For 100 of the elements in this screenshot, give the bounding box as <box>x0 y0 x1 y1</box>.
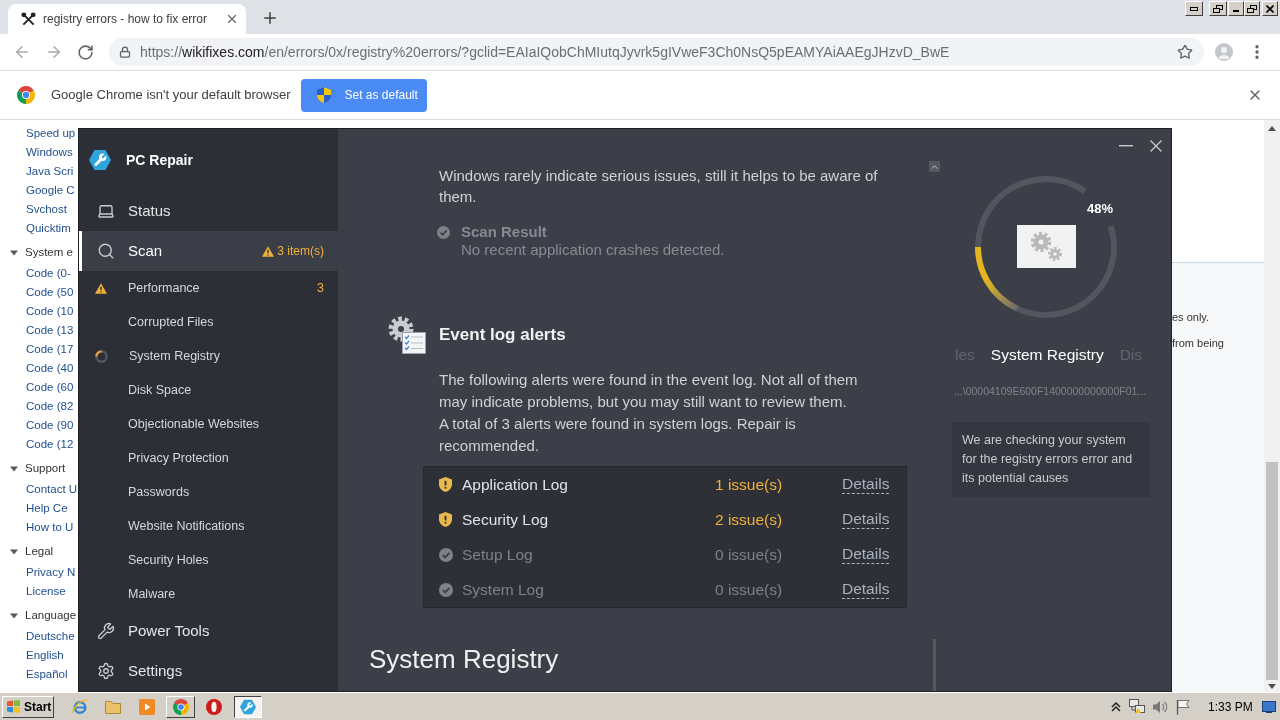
minimize-button[interactable] <box>1228 1 1244 16</box>
details-link[interactable]: Details <box>842 545 890 564</box>
browser-logo-icon <box>172 698 189 715</box>
tree-group-label[interactable]: Language <box>25 607 77 625</box>
scan-category[interactable]: Corrupted Files <box>79 305 338 339</box>
details-link[interactable]: Details <box>842 475 890 494</box>
tree-group-label[interactable]: Support <box>25 460 66 478</box>
new-tab-icon[interactable] <box>261 9 279 27</box>
settings-icon <box>97 662 115 680</box>
details-link[interactable]: Details <box>842 510 890 529</box>
scan-category[interactable]: Objectionable Websites <box>79 407 338 441</box>
show-desktop-icon[interactable] <box>1262 700 1276 713</box>
gears-tile-icon <box>1017 225 1076 268</box>
caret-down-icon <box>1268 683 1276 689</box>
o-logo-icon[interactable] <box>206 698 222 715</box>
laptop-icon <box>97 202 115 220</box>
tree-link[interactable]: Contact U <box>26 480 78 499</box>
tree-link[interactable]: Java Scri <box>26 162 74 181</box>
app-task-button[interactable] <box>234 695 262 718</box>
caret-down-icon[interactable] <box>10 249 18 257</box>
check-circle-icon <box>439 582 453 597</box>
scroll-up-button[interactable] <box>928 161 940 172</box>
tree-link[interactable]: Code (82 <box>26 397 74 416</box>
tree-link[interactable]: Google C <box>26 181 75 200</box>
chevron-up-icon <box>930 164 938 169</box>
restore-button[interactable] <box>1209 1 1227 16</box>
bookmark-star-icon[interactable] <box>1177 44 1193 60</box>
paragraph: The following alerts were found in the event log. Not all of them may indicate problems, but you may still want to review them. <box>439 370 859 412</box>
restore-icon <box>1247 4 1257 13</box>
caret-down-icon[interactable] <box>10 548 18 556</box>
tree-link[interactable]: How to U <box>26 518 74 537</box>
lock-icon[interactable] <box>119 46 131 58</box>
network-icon[interactable] <box>1129 698 1145 715</box>
tree-link[interactable]: Code (17 <box>26 340 74 359</box>
check-circle-icon <box>437 226 450 239</box>
hexagon-wrench-logo-icon <box>89 149 111 171</box>
scan-category[interactable]: System Registry <box>79 339 338 373</box>
tree-link[interactable]: Svchost <box>26 200 67 219</box>
tree-link[interactable]: Windows <box>26 143 73 162</box>
tree-link[interactable]: Code (10 <box>26 302 74 321</box>
start-button[interactable]: Start <box>2 695 54 718</box>
nav-item[interactable]: Scan 3 item(s) <box>79 231 338 271</box>
gear-checklist-icon <box>388 316 426 354</box>
tree-link[interactable]: Deutsche <box>26 627 75 646</box>
close-icon <box>1266 4 1274 13</box>
chevron-up-icon[interactable] <box>1111 701 1121 712</box>
scan-category[interactable]: Website Notifications <box>79 509 338 543</box>
scan-category[interactable]: Disk Space <box>79 373 338 407</box>
reload-icon[interactable] <box>77 43 94 61</box>
tree-group-label[interactable]: Legal <box>25 543 54 561</box>
scan-category[interactable]: Privacy Protection <box>79 441 338 475</box>
caret-down-icon[interactable] <box>10 612 18 620</box>
tree-group-label[interactable]: System e <box>25 244 73 262</box>
tree-link[interactable]: License <box>26 582 66 601</box>
nav-item[interactable]: Power Tools <box>79 611 338 651</box>
minimize-button[interactable] <box>1185 1 1203 16</box>
close-icon[interactable] <box>1247 87 1263 103</box>
tree-link[interactable]: Help Ce <box>26 499 68 518</box>
tree-link[interactable]: Code (13 <box>26 321 74 340</box>
speaker-icon[interactable] <box>1152 698 1168 715</box>
log-name: Setup Log <box>462 544 534 565</box>
address-field[interactable]: https://wikifixes.com/en/errors/0x/registry%20errors/?gclid=EAIaIQobChMIutqJyvrk5gIVweF3Ch0NsQ5pEAMYAiAAEgJHzvD_BwE <box>109 38 1204 66</box>
caret-up-icon <box>1268 125 1276 131</box>
tree-link[interactable]: Privacy N <box>26 563 76 582</box>
issue-count: 3 <box>317 279 324 297</box>
scan-category[interactable]: Passwords <box>79 475 338 509</box>
tree-link[interactable]: Code (0- <box>26 264 71 283</box>
scan-result-title: Scan Result <box>461 223 548 241</box>
browser-task-button[interactable] <box>166 695 195 718</box>
close-icon[interactable] <box>225 12 239 26</box>
restore-button[interactable] <box>1244 1 1260 16</box>
tree-link[interactable]: Speed up <box>26 124 76 143</box>
scan-step-label: System Registry <box>990 345 1104 366</box>
clock[interactable]: 1:33 PM <box>1208 697 1252 716</box>
tree-link[interactable]: Code (60 <box>26 378 74 397</box>
tree-link[interactable]: Code (90 <box>26 416 74 435</box>
details-link[interactable]: Details <box>842 580 890 599</box>
close-button[interactable] <box>1262 1 1278 16</box>
tree-link[interactable]: Code (50 <box>26 283 74 302</box>
flag-icon[interactable] <box>1175 698 1191 715</box>
tree-link[interactable]: Code (40 <box>26 359 74 378</box>
section-title: Event log alerts <box>439 324 566 347</box>
page-text: es only. <box>1172 310 1210 325</box>
tree-link[interactable]: English <box>26 646 64 665</box>
nav-item[interactable]: Status <box>79 191 338 231</box>
wrench-icon <box>97 622 115 640</box>
nav-item[interactable]: Settings <box>79 651 338 691</box>
restore-icon <box>1213 4 1223 13</box>
scan-category[interactable]: Malware <box>79 577 338 611</box>
browser-tab[interactable]: registry errors - how to fix error <box>8 4 246 34</box>
caret-down-icon[interactable] <box>10 465 18 473</box>
scan-category[interactable]: Performance 3 <box>79 271 338 305</box>
log-name: System Log <box>462 579 545 600</box>
tree-link[interactable]: Español <box>26 665 68 684</box>
progress-percent: 48% <box>1087 201 1114 216</box>
scrollbar-thumb[interactable] <box>1266 462 1278 680</box>
scan-category[interactable]: Security Holes <box>79 543 338 577</box>
tree-link[interactable]: Code (12 <box>26 435 74 454</box>
shield-warning-icon <box>439 512 452 527</box>
tree-link[interactable]: Quicktim <box>26 219 71 238</box>
